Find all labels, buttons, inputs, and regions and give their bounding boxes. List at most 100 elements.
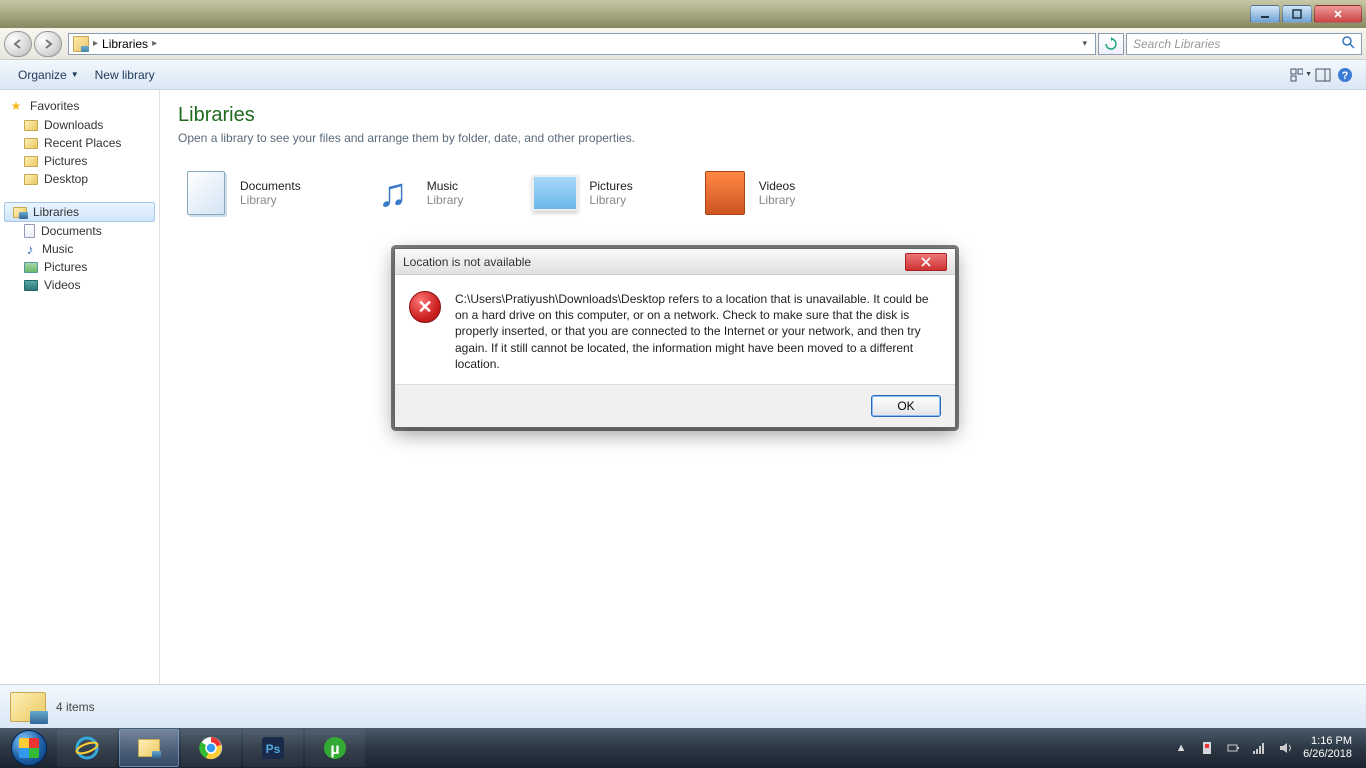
- sidebar-item-documents[interactable]: Documents: [0, 222, 159, 240]
- library-name: Videos: [759, 179, 796, 193]
- windows-orb-icon: [11, 730, 47, 766]
- dialog-footer: OK: [395, 384, 955, 427]
- titlebar: [0, 0, 1366, 28]
- documents-icon: [182, 169, 230, 217]
- navigation-bar: ▸ Libraries ▸ ▾ Search Libraries: [0, 28, 1366, 60]
- libraries-icon: [10, 692, 46, 722]
- dropdown-icon: ▼: [71, 70, 79, 79]
- favorites-group: ★Favorites Downloads Recent Places Pictu…: [0, 96, 159, 188]
- video-icon: [24, 280, 38, 291]
- dialog-titlebar[interactable]: Location is not available: [395, 249, 955, 275]
- system-tray: ▲ 1:16 PM 6/26/2018: [1165, 735, 1364, 761]
- music-icon: [369, 169, 417, 217]
- library-grid: DocumentsLibrary MusicLibrary PicturesLi…: [178, 165, 1348, 221]
- library-type: Library: [240, 193, 301, 207]
- dialog-message: C:\Users\Pratiyush\Downloads\Desktop ref…: [455, 291, 937, 372]
- minimize-button[interactable]: [1250, 5, 1280, 23]
- status-text: 4 items: [56, 700, 95, 714]
- error-dialog: Location is not available ✕ C:\Users\Pra…: [394, 248, 956, 428]
- taskbar-item-ie[interactable]: [57, 729, 117, 767]
- breadcrumb-root[interactable]: Libraries: [102, 37, 148, 51]
- library-name: Music: [427, 179, 464, 193]
- sidebar-item-pictures-lib[interactable]: Pictures: [0, 258, 159, 276]
- libraries-icon: [13, 207, 27, 218]
- sidebar-item-recent-places[interactable]: Recent Places: [0, 134, 159, 152]
- svg-text:Ps: Ps: [266, 742, 281, 756]
- sidebar-item-desktop[interactable]: Desktop: [0, 170, 159, 188]
- picture-icon: [24, 262, 38, 273]
- library-name: Documents: [240, 179, 301, 193]
- sidebar-item-videos[interactable]: Videos: [0, 276, 159, 294]
- status-bar: 4 items: [0, 684, 1366, 728]
- breadcrumb-sep-icon: ▸: [152, 38, 157, 49]
- start-button[interactable]: [2, 728, 56, 768]
- dialog-close-button[interactable]: [905, 253, 947, 271]
- clock[interactable]: 1:16 PM 6/26/2018: [1303, 735, 1356, 761]
- library-item-videos[interactable]: VideosLibrary: [697, 165, 800, 221]
- address-dropdown-icon[interactable]: ▾: [1078, 38, 1091, 49]
- utorrent-icon: µ: [320, 734, 350, 762]
- time-text: 1:16 PM: [1303, 735, 1352, 748]
- pictures-icon: [531, 169, 579, 217]
- organize-button[interactable]: Organize▼: [10, 64, 87, 86]
- toolbar: Organize▼ New library ▼ ?: [0, 60, 1366, 90]
- network-icon[interactable]: [1251, 740, 1267, 756]
- tray-expand-icon[interactable]: ▲: [1173, 740, 1189, 756]
- forward-button[interactable]: [34, 31, 62, 57]
- folder-icon: [24, 120, 38, 131]
- help-button[interactable]: ?: [1334, 64, 1356, 86]
- folder-icon: [24, 138, 38, 149]
- volume-icon[interactable]: [1277, 740, 1293, 756]
- refresh-button[interactable]: [1098, 33, 1124, 55]
- star-icon: ★: [8, 98, 24, 114]
- library-type: Library: [427, 193, 464, 207]
- error-icon: ✕: [409, 291, 441, 323]
- library-item-pictures[interactable]: PicturesLibrary: [527, 165, 636, 221]
- document-icon: [24, 224, 35, 238]
- library-type: Library: [759, 193, 796, 207]
- library-item-music[interactable]: MusicLibrary: [365, 165, 468, 221]
- navigation-pane: ★Favorites Downloads Recent Places Pictu…: [0, 90, 160, 684]
- search-input[interactable]: Search Libraries: [1126, 33, 1362, 55]
- taskbar-item-photoshop[interactable]: Ps: [243, 729, 303, 767]
- dialog-body: ✕ C:\Users\Pratiyush\Downloads\Desktop r…: [395, 275, 955, 384]
- favorites-header[interactable]: ★Favorites: [0, 96, 159, 116]
- search-icon: [1341, 35, 1355, 52]
- sidebar-item-pictures[interactable]: Pictures: [0, 152, 159, 170]
- maximize-button[interactable]: [1282, 5, 1312, 23]
- library-item-documents[interactable]: DocumentsLibrary: [178, 165, 305, 221]
- preview-pane-button[interactable]: [1312, 64, 1334, 86]
- page-title: Libraries: [178, 104, 1348, 127]
- page-subtitle: Open a library to see your files and arr…: [178, 131, 1348, 145]
- taskbar-item-explorer[interactable]: [119, 729, 179, 767]
- folder-icon: [24, 174, 38, 185]
- library-name: Pictures: [589, 179, 632, 193]
- address-bar[interactable]: ▸ Libraries ▸ ▾: [68, 33, 1096, 55]
- back-button[interactable]: [4, 31, 32, 57]
- close-button[interactable]: [1314, 5, 1362, 23]
- dialog-title-text: Location is not available: [403, 255, 531, 269]
- taskbar-item-chrome[interactable]: [181, 729, 241, 767]
- chrome-icon: [196, 734, 226, 762]
- date-text: 6/26/2018: [1303, 748, 1352, 761]
- taskbar: Ps µ ▲ 1:16 PM 6/26/2018: [0, 728, 1366, 768]
- ok-button[interactable]: OK: [871, 395, 941, 417]
- sidebar-item-music[interactable]: Music: [0, 240, 159, 258]
- library-type: Library: [589, 193, 632, 207]
- action-center-icon[interactable]: [1199, 740, 1215, 756]
- internet-explorer-icon: [72, 734, 102, 762]
- sidebar-item-downloads[interactable]: Downloads: [0, 116, 159, 134]
- svg-text:µ: µ: [330, 741, 339, 758]
- music-icon: [24, 242, 36, 256]
- videos-icon: [701, 169, 749, 217]
- power-icon[interactable]: [1225, 740, 1241, 756]
- photoshop-icon: Ps: [258, 734, 288, 762]
- new-library-button[interactable]: New library: [87, 64, 163, 86]
- search-placeholder: Search Libraries: [1133, 37, 1220, 51]
- view-options-button[interactable]: ▼: [1290, 64, 1312, 86]
- libraries-group: Libraries Documents Music Pictures Video…: [0, 202, 159, 294]
- libraries-header[interactable]: Libraries: [4, 202, 155, 222]
- svg-text:?: ?: [1342, 70, 1349, 82]
- folder-icon: [24, 156, 38, 167]
- taskbar-item-utorrent[interactable]: µ: [305, 729, 365, 767]
